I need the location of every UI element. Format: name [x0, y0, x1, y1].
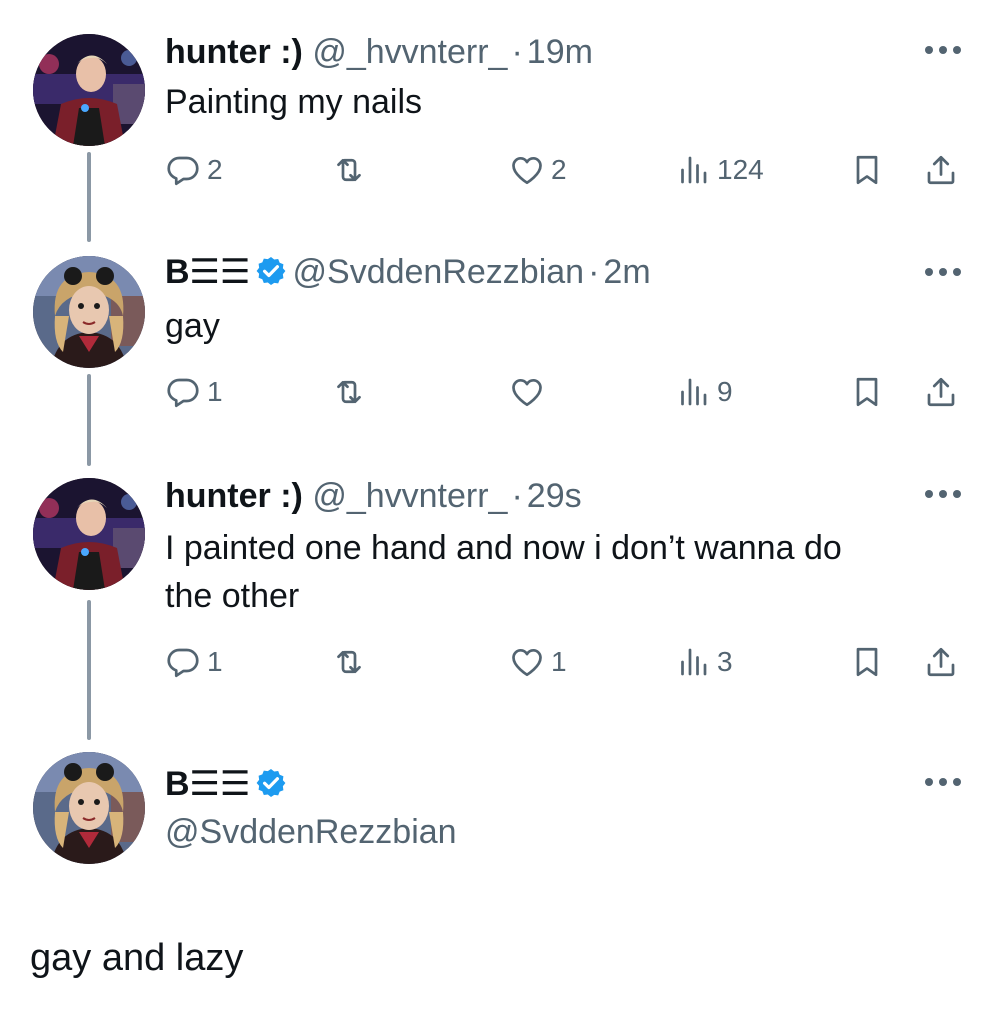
- tweet-actions: 2 2 124: [165, 148, 975, 192]
- reply-icon: [165, 152, 201, 188]
- views-button[interactable]: 3: [675, 640, 733, 684]
- tweet-text: gay and lazy: [30, 937, 244, 979]
- reply-icon: [165, 374, 201, 410]
- repost-icon: [331, 644, 367, 680]
- views-count: 9: [717, 376, 733, 407]
- verified-badge-icon: [255, 767, 287, 799]
- repost-button[interactable]: [331, 640, 373, 684]
- share-button[interactable]: [923, 640, 959, 684]
- tweet-text-line: gay: [165, 307, 220, 345]
- tweet-actions: 1 9: [165, 370, 975, 414]
- bookmark-button[interactable]: [849, 148, 885, 192]
- user-handle[interactable]: @_hvvnterr_: [312, 477, 507, 515]
- avatar[interactable]: [33, 752, 145, 864]
- more-icon[interactable]: [921, 772, 965, 792]
- views-count: 3: [717, 646, 733, 677]
- share-icon: [923, 374, 959, 410]
- views-icon: [675, 644, 711, 680]
- tweet-header: hunter :) @_hvvnterr_ · 19m: [165, 32, 593, 72]
- user-handle[interactable]: @_hvvnterr_: [312, 33, 507, 71]
- display-name[interactable]: B☰☰: [165, 765, 251, 803]
- user-handle[interactable]: @SvddenRezzbian: [165, 812, 457, 852]
- repost-button[interactable]: [331, 148, 373, 192]
- tweet-text-line: I painted one hand and now i don’t wanna…: [165, 529, 842, 567]
- avatar-image: [33, 752, 145, 864]
- reply-count: 1: [207, 646, 223, 677]
- repost-icon: [331, 152, 367, 188]
- share-button[interactable]: [923, 148, 959, 192]
- bookmark-button[interactable]: [849, 640, 885, 684]
- tweet-text: I painted one hand and now i don’t wanna…: [165, 524, 965, 620]
- like-button[interactable]: [509, 370, 551, 414]
- views-count: 124: [717, 154, 764, 185]
- like-button[interactable]: 1: [509, 640, 567, 684]
- tweet-actions: 1 1 3: [165, 640, 975, 684]
- avatar-image: [33, 34, 145, 146]
- separator-dot: ·: [588, 253, 600, 291]
- reply-button[interactable]: 1: [165, 640, 223, 684]
- repost-button[interactable]: [331, 370, 373, 414]
- bookmark-icon: [849, 644, 885, 680]
- like-icon: [509, 644, 545, 680]
- avatar[interactable]: [33, 478, 145, 590]
- more-icon[interactable]: [921, 484, 965, 504]
- bookmark-icon: [849, 374, 885, 410]
- reply-count: 2: [207, 154, 223, 185]
- tweet-text: Painting my nails: [165, 78, 965, 126]
- share-icon: [923, 152, 959, 188]
- tweet-text: gay: [165, 302, 965, 350]
- views-icon: [675, 152, 711, 188]
- tweet-header: hunter :) @_hvvnterr_ · 29s: [165, 476, 582, 516]
- more-icon[interactable]: [921, 40, 965, 60]
- repost-icon: [331, 374, 367, 410]
- more-icon[interactable]: [921, 262, 965, 282]
- separator-dot: ·: [511, 33, 523, 71]
- like-count: 1: [551, 646, 567, 677]
- views-button[interactable]: 9: [675, 370, 733, 414]
- separator-dot: ·: [511, 477, 523, 515]
- avatar[interactable]: [33, 34, 145, 146]
- avatar-image: [33, 478, 145, 590]
- thread-connector-line: [87, 600, 91, 740]
- reply-icon: [165, 644, 201, 680]
- tweet-header: B☰☰: [165, 764, 293, 804]
- share-button[interactable]: [923, 370, 959, 414]
- like-button[interactable]: 2: [509, 148, 567, 192]
- like-count: 2: [551, 154, 567, 185]
- avatar-image: [33, 256, 145, 368]
- share-icon: [923, 644, 959, 680]
- views-button[interactable]: 124: [675, 148, 764, 192]
- thread-connector-line: [87, 374, 91, 466]
- display-name[interactable]: B☰☰: [165, 253, 251, 291]
- reply-button[interactable]: 2: [165, 148, 223, 192]
- tweet-text-line: Painting my nails: [165, 83, 423, 121]
- timestamp[interactable]: 19m: [527, 33, 593, 71]
- display-name[interactable]: hunter :): [165, 33, 303, 71]
- timestamp[interactable]: 2m: [603, 253, 650, 291]
- like-icon: [509, 374, 545, 410]
- bookmark-button[interactable]: [849, 370, 885, 414]
- verified-badge-icon: [255, 255, 287, 287]
- reply-button[interactable]: 1: [165, 370, 223, 414]
- avatar[interactable]: [33, 256, 145, 368]
- like-icon: [509, 152, 545, 188]
- timestamp[interactable]: 29s: [527, 477, 582, 515]
- thread-connector-line: [87, 152, 91, 242]
- views-icon: [675, 374, 711, 410]
- user-handle[interactable]: @SvddenRezzbian: [293, 253, 585, 291]
- display-name[interactable]: hunter :): [165, 477, 303, 515]
- tweet-text-line: the other: [165, 577, 300, 615]
- tweet-header: B☰☰ @SvddenRezzbian · 2m: [165, 252, 651, 292]
- bookmark-icon: [849, 152, 885, 188]
- reply-count: 1: [207, 376, 223, 407]
